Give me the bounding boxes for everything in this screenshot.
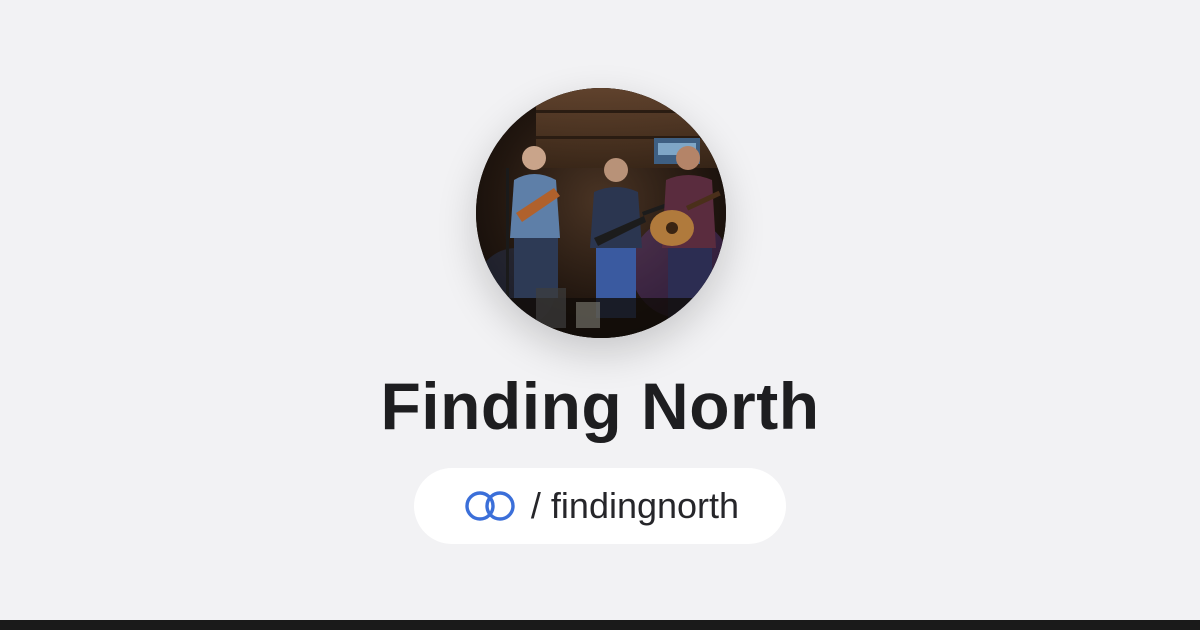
profile-handle: / findingnorth [530, 485, 740, 526]
band-photo-image [476, 88, 726, 338]
profile-card: Finding North / findingnorth [0, 0, 1200, 630]
footer-bar [0, 620, 1200, 630]
profile-handle-pill[interactable]: / findingnorth [414, 468, 786, 544]
profile-name: Finding North [380, 369, 820, 443]
profile-avatar[interactable] [476, 88, 726, 338]
linked-rings-logo-icon [465, 491, 515, 521]
